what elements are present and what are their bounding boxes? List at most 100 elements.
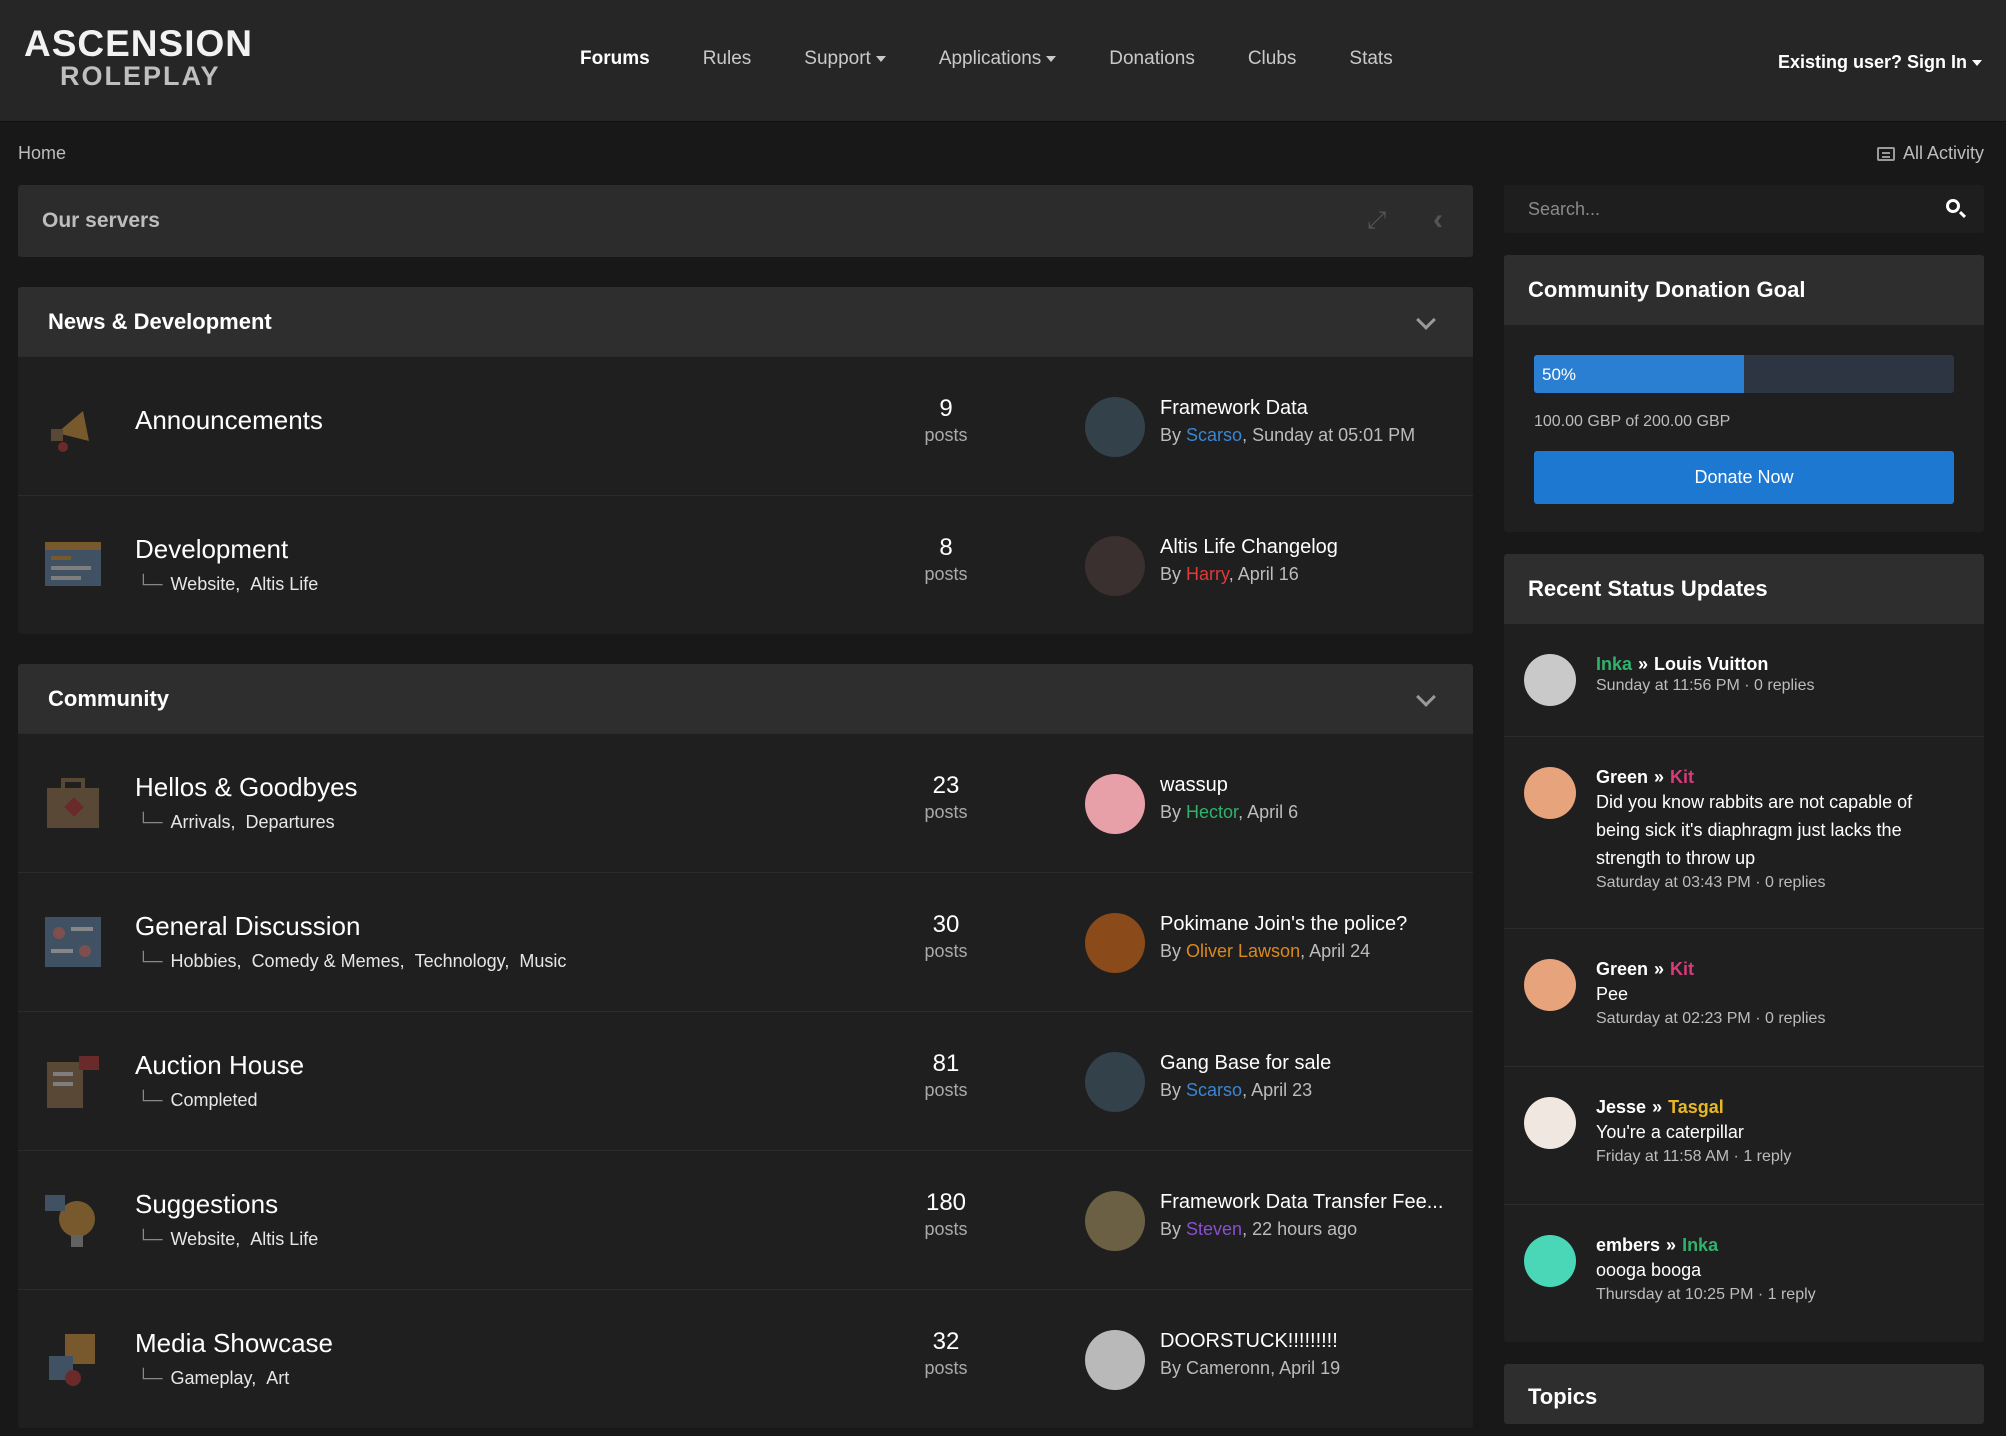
status-recipient[interactable]: Kit: [1670, 959, 1694, 979]
subforum-link[interactable]: Gameplay,: [171, 1368, 257, 1388]
avatar[interactable]: [1524, 1235, 1576, 1287]
last-post-author[interactable]: Hector: [1186, 802, 1238, 822]
avatar[interactable]: [1085, 1191, 1145, 1251]
subforum-link[interactable]: Technology,: [415, 951, 510, 971]
avatar[interactable]: [1085, 1330, 1145, 1390]
subforum-link[interactable]: Hobbies,: [171, 951, 242, 971]
donate-now-button[interactable]: Donate Now: [1534, 451, 1954, 504]
status-author[interactable]: Green: [1596, 767, 1648, 787]
forum-row: Auction House └─ Completed 81 posts Gang …: [18, 1011, 1473, 1150]
avatar[interactable]: [1524, 959, 1576, 1011]
nav-item-forums[interactable]: Forums: [580, 48, 650, 70]
nav-item-clubs[interactable]: Clubs: [1248, 48, 1297, 70]
subforum-hook-icon: └─: [137, 1229, 163, 1249]
last-post-title[interactable]: Pokimane Join's the police?: [1160, 913, 1407, 936]
donation-goal-text: 100.00 GBP of 200.00 GBP: [1534, 413, 1731, 430]
search-icon[interactable]: [1946, 199, 1960, 213]
expand-icon[interactable]: ⤢: [1367, 209, 1391, 233]
last-post-time: , Sunday at 05:01 PM: [1242, 425, 1416, 445]
last-post-title[interactable]: Framework Data: [1160, 397, 1415, 420]
post-count: 32 posts: [906, 1328, 986, 1379]
nav-item-donations[interactable]: Donations: [1109, 48, 1195, 70]
avatar[interactable]: [1085, 913, 1145, 973]
last-post-author[interactable]: Harry: [1186, 564, 1229, 584]
last-post-title[interactable]: Altis Life Changelog: [1160, 536, 1338, 559]
last-post-author[interactable]: Steven: [1186, 1219, 1242, 1239]
subforum-link[interactable]: Departures: [246, 812, 335, 832]
last-post-title[interactable]: DOORSTUCK!!!!!!!!!: [1160, 1330, 1340, 1353]
subforum-list: └─ Website, Altis Life: [137, 574, 328, 595]
avatar[interactable]: [1085, 397, 1145, 457]
nav-item-applications[interactable]: Applications: [939, 48, 1057, 70]
post-count-value: 30: [932, 911, 960, 938]
topics-widget-header: Topics: [1504, 1364, 1984, 1424]
subforum-link[interactable]: Altis Life: [250, 1229, 318, 1249]
status-author[interactable]: Green: [1596, 959, 1648, 979]
last-post-author[interactable]: Scarso: [1186, 1080, 1242, 1100]
last-post-author[interactable]: Cameronn: [1186, 1358, 1270, 1378]
status-body: embers » Inka oooga booga Thursday at 10:2…: [1596, 1235, 1956, 1304]
forum-title[interactable]: Auction House: [135, 1050, 304, 1081]
sign-in-link[interactable]: Existing user? Sign In: [1778, 52, 1982, 73]
avatar[interactable]: [1524, 767, 1576, 819]
chevron-down-icon[interactable]: [1416, 310, 1436, 330]
all-activity-link[interactable]: All Activity: [1876, 143, 1984, 164]
status-meta: Saturday at 02:23 PM · 0 replies: [1596, 1010, 1826, 1027]
category-header[interactable]: News & Development: [18, 287, 1473, 356]
subforum-link[interactable]: Music: [519, 951, 566, 971]
avatar[interactable]: [1085, 774, 1145, 834]
status-meta: Sunday at 11:56 PM · 0 replies: [1596, 677, 1815, 694]
status-author[interactable]: Inka: [1596, 654, 1632, 674]
status-recipient[interactable]: Kit: [1670, 767, 1694, 787]
last-post-time: , April 16: [1228, 564, 1299, 584]
donation-progress-fill: 50%: [1534, 355, 1744, 393]
subforum-link[interactable]: Art: [266, 1368, 289, 1388]
nav-item-stats[interactable]: Stats: [1349, 48, 1392, 70]
forum-title[interactable]: Suggestions: [135, 1189, 278, 1220]
forum-title[interactable]: Media Showcase: [135, 1328, 333, 1359]
site-logo[interactable]: ASCENSION ROLEPLAY: [24, 23, 253, 92]
subforum-hook-icon: └─: [137, 574, 163, 594]
breadcrumb-home[interactable]: Home: [18, 143, 66, 164]
chevron-down-icon[interactable]: [1416, 687, 1436, 707]
category-header[interactable]: Community: [18, 664, 1473, 733]
subforum-link[interactable]: Website,: [171, 574, 241, 594]
subforum-link[interactable]: Completed: [171, 1090, 258, 1110]
nav-item-rules[interactable]: Rules: [703, 48, 752, 70]
last-post-author[interactable]: Scarso: [1186, 425, 1242, 445]
subforum-link[interactable]: Website,: [171, 1229, 241, 1249]
post-count: 23 posts: [906, 772, 986, 823]
subforum-link[interactable]: Altis Life: [250, 574, 318, 594]
forum-row: Suggestions └─ Website, Altis Life 180 pos…: [18, 1150, 1473, 1289]
post-count-value: 32: [932, 1328, 960, 1355]
post-count-label: posts: [924, 1219, 968, 1239]
avatar[interactable]: [1085, 1052, 1145, 1112]
search-input[interactable]: Search...: [1504, 185, 1984, 233]
suitcase-icon: [43, 774, 103, 834]
chevron-left-icon[interactable]: ‹: [1433, 205, 1443, 235]
subforum-list: └─ Gameplay, Art: [137, 1368, 299, 1389]
status-author[interactable]: Jesse: [1596, 1097, 1646, 1117]
subforum-link[interactable]: Comedy & Memes,: [252, 951, 405, 971]
avatar[interactable]: [1085, 536, 1145, 596]
logo-text-top: ASCENSION: [24, 23, 253, 64]
forum-title[interactable]: Announcements: [135, 405, 323, 436]
forum-row: General Discussion └─ Hobbies, Comedy & Me…: [18, 872, 1473, 1011]
avatar[interactable]: [1524, 654, 1576, 706]
forum-title[interactable]: Development: [135, 534, 288, 565]
status-recipient[interactable]: Louis Vuitton: [1654, 654, 1768, 674]
status-recipient[interactable]: Inka: [1682, 1235, 1718, 1255]
last-post-title[interactable]: Framework Data Transfer Fee...: [1160, 1191, 1443, 1214]
last-post-title[interactable]: Gang Base for sale: [1160, 1052, 1331, 1075]
post-count-label: posts: [924, 425, 968, 445]
forum-title[interactable]: General Discussion: [135, 911, 360, 942]
subforum-link[interactable]: Arrivals,: [171, 812, 236, 832]
nav-item-support[interactable]: Support: [804, 48, 886, 70]
avatar[interactable]: [1524, 1097, 1576, 1149]
status-author[interactable]: embers: [1596, 1235, 1660, 1255]
last-post-author[interactable]: Oliver Lawson: [1186, 941, 1300, 961]
status-updates-widget: Recent Status Updates Inka» Louis Vuitton…: [1504, 554, 1984, 1342]
status-recipient[interactable]: Tasgal: [1668, 1097, 1724, 1117]
last-post-title[interactable]: wassup: [1160, 774, 1298, 797]
forum-title[interactable]: Hellos & Goodbyes: [135, 772, 358, 803]
